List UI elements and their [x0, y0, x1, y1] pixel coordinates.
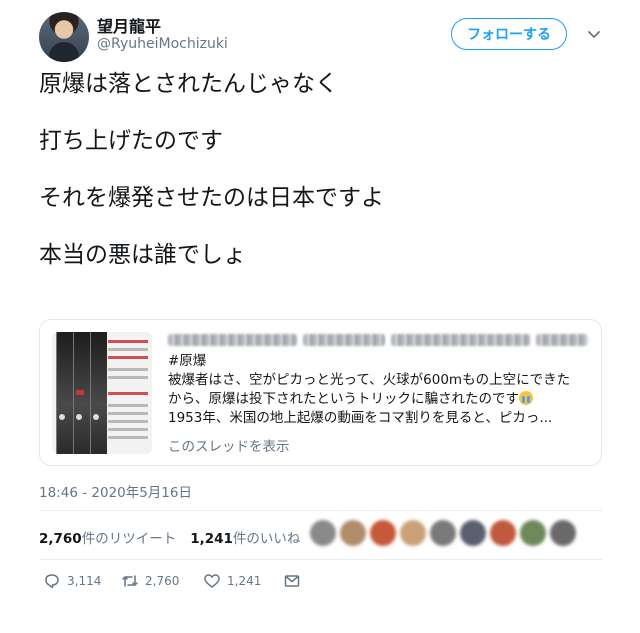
liker-avatar[interactable]	[490, 520, 516, 546]
tweet-line: それを爆発させたのは日本ですよ	[39, 185, 384, 211]
tweet-timestamp[interactable]: 18:46 - 2020年5月16日	[39, 481, 192, 501]
crying-emoji-icon	[519, 391, 533, 405]
reply-icon	[45, 574, 59, 589]
divider	[39, 510, 602, 511]
message-button[interactable]	[283, 571, 301, 591]
quoted-tweet-author-blurred	[168, 332, 589, 348]
like-action-count: 1,241	[227, 574, 262, 588]
retweet-icon	[122, 575, 138, 587]
reply-button[interactable]: 3,114	[43, 571, 101, 591]
liker-avatar[interactable]	[430, 520, 456, 546]
avatar[interactable]	[39, 12, 89, 62]
quoted-tweet-line: 1953年、米国の地上起爆の動画をコマ割りを見ると、ピカっ...	[168, 410, 553, 426]
liker-avatar[interactable]	[550, 520, 576, 546]
author-handle[interactable]: @RyuheiMochizuki	[97, 36, 228, 52]
like-icon	[204, 574, 220, 588]
quoted-tweet-text: #原爆 被爆者はさ、空がピカっと光って、火球が600mもの上空にできた から、原…	[168, 352, 593, 428]
divider	[39, 559, 602, 560]
quoted-tweet-card[interactable]: #原爆 被爆者はさ、空がピカっと光って、火球が600mもの上空にできた から、原…	[39, 319, 602, 466]
liker-avatar[interactable]	[400, 520, 426, 546]
engagement-stats: 2,760件のリツイート 1,241件のいいね	[39, 527, 300, 547]
like-button[interactable]: 1,241	[203, 571, 261, 591]
tweet-line: 打ち上げたのです	[39, 128, 223, 154]
liker-avatar[interactable]	[310, 520, 336, 546]
tweet-text: 原爆は落とされたんじゃなく 打ち上げたのです それを爆発させたのは日本ですよ 本…	[39, 70, 599, 298]
liker-avatar[interactable]	[370, 520, 396, 546]
message-icon	[284, 575, 300, 587]
reply-count: 3,114	[67, 574, 102, 588]
caret-down-icon[interactable]	[585, 25, 603, 43]
tweet-line: 本当の悪は誰でしょ	[39, 242, 246, 268]
liker-avatars-blurred[interactable]	[310, 520, 576, 550]
quoted-tweet-hashtag[interactable]: #原爆	[168, 352, 593, 371]
tweet: 望月龍平 @RyuheiMochizuki フォローする 原爆は落とされたんじゃ…	[0, 0, 640, 633]
quoted-tweet-image[interactable]	[52, 332, 152, 454]
show-thread-link[interactable]: このスレッドを表示	[168, 435, 290, 455]
liker-avatar[interactable]	[520, 520, 546, 546]
retweet-action-count: 2,760	[145, 574, 180, 588]
follow-button[interactable]: フォローする	[451, 18, 567, 50]
tweet-line: 原爆は落とされたんじゃなく	[39, 71, 338, 97]
author-display-name[interactable]: 望月龍平	[97, 13, 161, 37]
quoted-tweet-line: 被爆者はさ、空がピカっと光って、火球が600mもの上空にできた	[168, 372, 571, 388]
quoted-tweet-line: から、原爆は投下されたというトリックに騙されたのです	[168, 390, 593, 409]
liker-avatar[interactable]	[460, 520, 486, 546]
retweet-count-stat[interactable]: 2,760件のリツイート	[39, 527, 176, 547]
like-count-stat[interactable]: 1,241件のいいね	[190, 527, 300, 547]
retweet-button[interactable]: 2,760	[121, 571, 179, 591]
liker-avatar[interactable]	[340, 520, 366, 546]
